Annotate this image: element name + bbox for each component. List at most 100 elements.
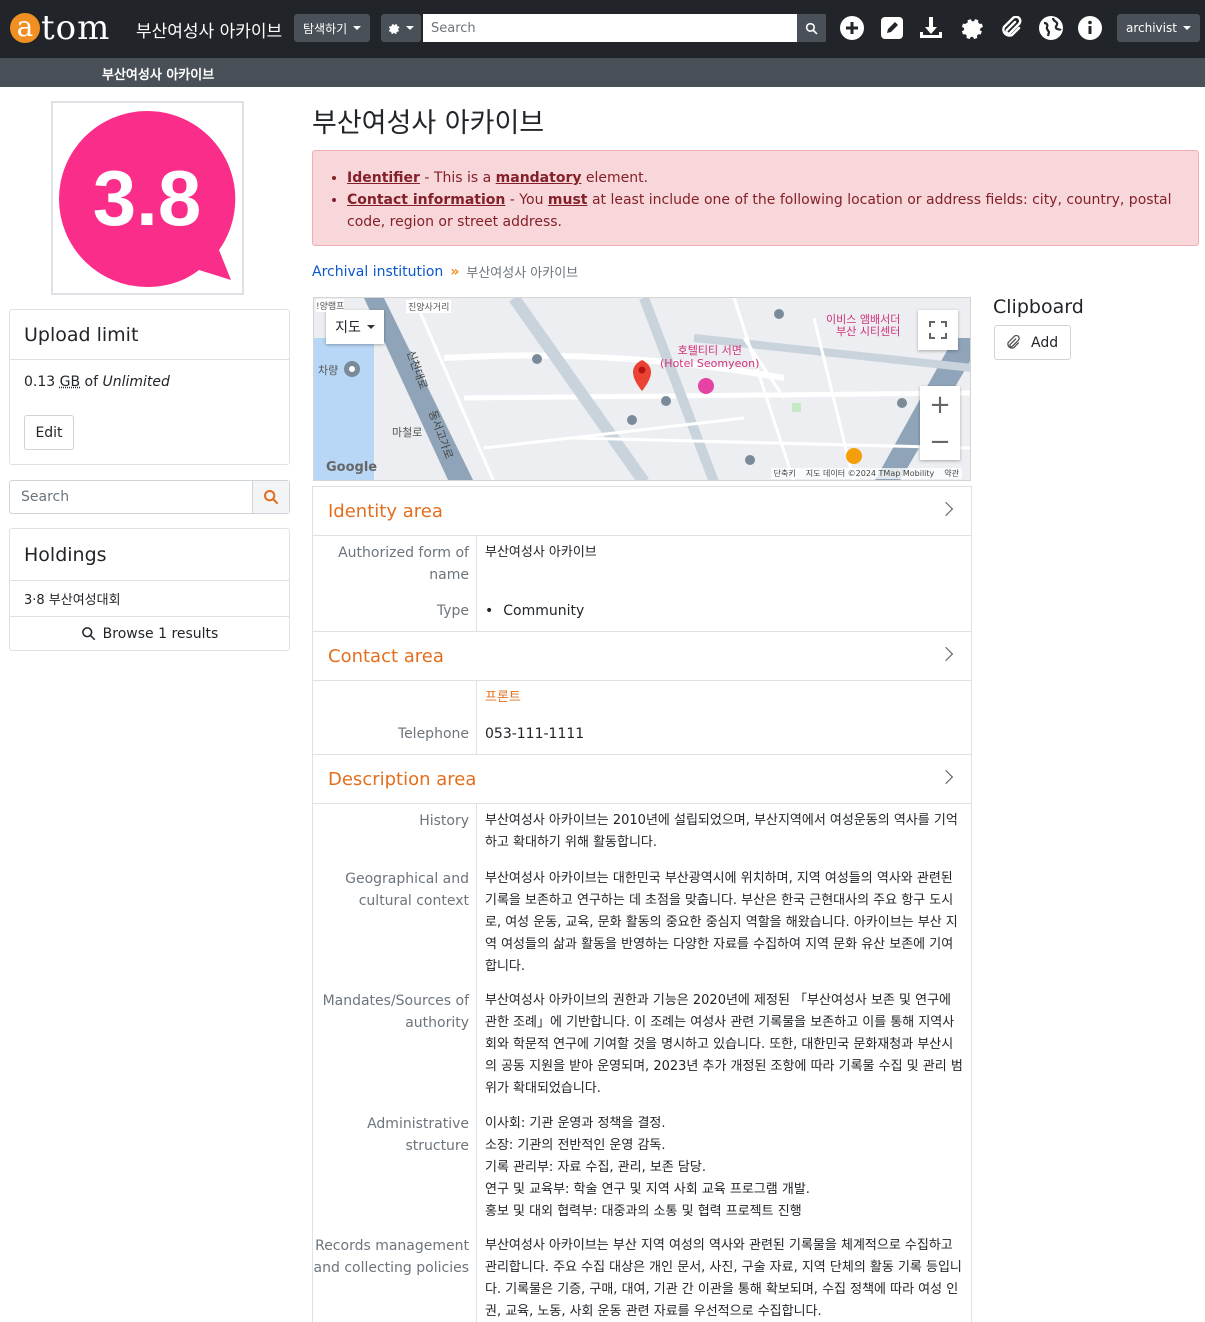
map-poi-hotel-name: 호텔티티 서면 (677, 344, 742, 357)
history-label: History (419, 813, 469, 829)
browse-menu-button[interactable]: 탐색하기 (294, 14, 371, 42)
top-navbar: a tom 부산여성사 아카이브 탐색하기 Search archivist (0, 0, 1205, 58)
edit-upload-limit-button[interactable]: Edit (24, 415, 74, 450)
alert-strong: mandatory (495, 170, 582, 186)
admin-structure-label: Administrative structure (367, 1116, 469, 1154)
subbar-title[interactable]: 부산여성사 아카이브 (102, 64, 214, 83)
logo-number: 3.8 (93, 154, 201, 242)
browse-holdings-label: Browse 1 results (102, 625, 219, 642)
map-poi-hotel-en: (Hotel Seomyeon) (660, 357, 760, 370)
geo-context-label: Geographical and cultural context (345, 871, 469, 909)
language-globe-icon[interactable] (1038, 15, 1064, 41)
page-title: 부산여성사 아카이브 (312, 108, 545, 139)
search-options-button[interactable] (381, 14, 421, 42)
import-icon[interactable] (918, 15, 944, 41)
validation-alert: Identifier - This is a mandatory element… (312, 150, 1199, 246)
clipboard-icon[interactable] (998, 15, 1024, 41)
map-zoom-controls: + − (920, 386, 960, 460)
breadcrumb: Archival institution » 부산여성사 아카이브 (312, 262, 578, 282)
search-icon (805, 22, 818, 34)
sidebar-search: Search (9, 480, 290, 514)
speech-bubble-logo: 3.8 (59, 110, 236, 287)
sidebar-search-input[interactable]: Search (10, 481, 252, 513)
upload-limit-card: Upload limit 0.13 GB of Unlimited Edit (9, 309, 290, 465)
upload-used: 0.13 (24, 374, 56, 390)
contact-area-body: 프론트 Telephone 053-111-1111 (312, 681, 972, 754)
holdings-item[interactable]: 3·8 부산여성대회 (10, 581, 289, 617)
alert-text: element. (581, 170, 649, 186)
caret-down-icon (366, 325, 375, 329)
clipboard-add-button[interactable]: Add (994, 325, 1071, 360)
alert-field-link[interactable]: Contact information (347, 192, 505, 208)
bullet: • (485, 603, 494, 619)
browse-holdings-link[interactable]: Browse 1 results (10, 617, 289, 650)
chevron-right-icon (938, 501, 954, 517)
mandates-value: 부산여성사 아카이브의 권한과 기능은 2020년에 제정된 「부산여성사 보존… (485, 993, 963, 1096)
map-type-button[interactable]: 지도 (326, 310, 384, 344)
map-place-label: 마철로 (392, 426, 423, 439)
admin-structure-value: 이사회: 기관 운영과 정책을 결정. 소장: 기관의 전반적인 운영 감독. … (485, 1113, 963, 1223)
contact-name: 프론트 (485, 690, 521, 705)
records-policy-value: 부산여성사 아카이브는 부산 지역 여성의 역사와 관련된 기록물을 체계적으로… (485, 1238, 962, 1319)
alert-text: - You (505, 192, 548, 208)
paperclip-icon (1007, 334, 1020, 349)
gear-icon (388, 23, 400, 34)
map-place-label: !양램프 (316, 299, 345, 312)
type-value-text: Community (503, 603, 585, 619)
logo-text: tom (41, 8, 111, 48)
admin-structure-line: 기록 관리부: 자료 수집, 관리, 보존 담당. (485, 1160, 706, 1175)
upload-limit-title: Upload limit (10, 310, 289, 360)
location-map[interactable]: 지도 + − 호텔티티 서면 (Hotel Seomyeon) 이비스 앰배서더… (313, 297, 971, 481)
sidebar-search-button[interactable] (252, 481, 289, 513)
map-place-label: 진양사거리 (406, 300, 452, 313)
clipboard-add-label: Add (1031, 334, 1059, 351)
atom-logo[interactable]: a tom (10, 8, 110, 48)
logo-letter: a (10, 13, 40, 43)
add-icon[interactable] (839, 15, 865, 41)
column-divider (476, 804, 477, 1322)
description-area-header[interactable]: Description area (312, 754, 972, 804)
map-zoom-out-button[interactable]: − (920, 423, 960, 460)
records-policy-label: Records management and collecting polici… (313, 1238, 469, 1276)
map-terms-link[interactable]: 약관 (944, 468, 959, 479)
description-area-body: History 부산여성사 아카이브는 2010년에 설립되었으며, 부산지역에… (312, 804, 972, 1322)
chevron-right-icon (938, 769, 954, 785)
holdings-title: Holdings (10, 529, 289, 581)
contact-area-header[interactable]: Contact area (312, 631, 972, 681)
caret-down-icon (1182, 26, 1191, 30)
breadcrumb-separator: » (450, 263, 460, 280)
site-name[interactable]: 부산여성사 아카이브 (136, 17, 282, 42)
upload-of: of (84, 374, 99, 390)
clipboard-title: Clipboard (993, 296, 1084, 318)
contact-area-title: Contact area (328, 645, 444, 667)
alert-field-link[interactable]: Identifier (347, 170, 420, 186)
upload-unit: GB (59, 374, 81, 390)
telephone-value: 053-111-1111 (485, 726, 585, 742)
map-zoom-in-button[interactable]: + (920, 386, 960, 423)
geo-context-value: 부산여성사 아카이브는 대한민국 부산광역시에 위치하며, 지역 여성들의 역사… (485, 871, 958, 974)
global-search-input[interactable]: Search (423, 14, 797, 42)
map-fullscreen-button[interactable] (918, 310, 958, 350)
identity-area-header[interactable]: Identity area (312, 486, 972, 536)
map-shortcuts-link[interactable]: 단축키 (774, 468, 796, 479)
telephone-label: Telephone (397, 726, 469, 742)
map-poi-hotel[interactable]: 호텔티티 서면 (Hotel Seomyeon) (660, 344, 759, 370)
description-area-title: Description area (328, 768, 477, 790)
admin-structure-line: 홍보 및 대외 협력부: 대중과의 소통 및 협력 프로젝트 진행 (485, 1204, 802, 1219)
settings-icon[interactable] (958, 15, 984, 41)
google-logo: Google (326, 460, 378, 475)
global-search-button[interactable] (797, 14, 826, 42)
map-footer: 단축키 지도 데이터 ©2024 TMap Mobility 약관 (770, 468, 962, 479)
info-icon[interactable] (1077, 15, 1103, 41)
search-icon (264, 490, 279, 505)
holdings-card: Holdings 3·8 부산여성대회 Browse 1 results (9, 528, 290, 651)
user-menu-button[interactable]: archivist (1117, 14, 1200, 42)
edit-icon[interactable] (879, 15, 905, 41)
breadcrumb-parent-link[interactable]: Archival institution (312, 264, 443, 280)
admin-structure-line: 연구 및 교육부: 학술 연구 및 지역 사회 교육 프로그램 개발. (485, 1182, 810, 1197)
history-value: 부산여성사 아카이브는 2010년에 설립되었으며, 부산지역에서 여성운동의 … (485, 813, 958, 850)
global-search-placeholder: Search (431, 20, 476, 36)
map-poi-top[interactable]: 이비스 앰배서더 부산 시티센터 (826, 314, 900, 338)
alert-item-contact: Contact information - You must at least … (347, 189, 1182, 233)
authorized-name-value: 부산여성사 아카이브 (485, 545, 597, 560)
